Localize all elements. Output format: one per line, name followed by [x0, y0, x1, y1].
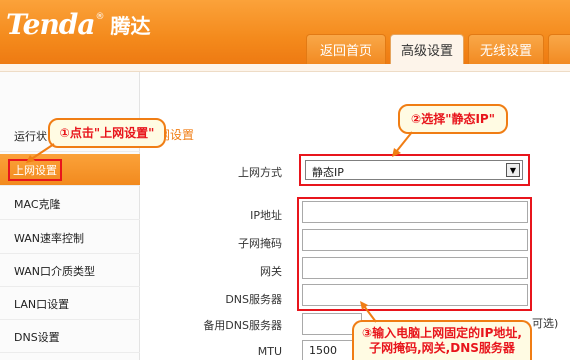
callout-step1-arrow [26, 143, 55, 163]
tab-advanced[interactable]: 高级设置 [390, 34, 464, 64]
sidebar-item-label: WAN口介质类型 [14, 264, 96, 278]
sidebar-item-label: LAN口设置 [14, 297, 70, 311]
callout-step3-arrow [360, 301, 377, 323]
callout-step1: ①点击"上网设置" [48, 118, 166, 148]
sidebar-item-label: DNS设置 [14, 330, 60, 344]
tab-partial[interactable] [548, 34, 570, 64]
gateway-input[interactable] [302, 257, 528, 279]
gateway-label: 网关 [260, 265, 282, 278]
brand-name-cn: 腾达 [110, 13, 151, 38]
callout-step3-line2: 子网掩码,网关,DNS服务器 [369, 341, 515, 355]
dns2-label: 备用DNS服务器 [203, 319, 282, 332]
sub-bar [0, 64, 570, 72]
subnet-mask-input[interactable] [302, 229, 528, 251]
sidebar-item-label: WAN速率控制 [14, 231, 85, 245]
callout-step2-arrow [392, 131, 413, 157]
tab-wireless[interactable]: 无线设置 [468, 34, 544, 64]
mask-label: 子网掩码 [238, 237, 282, 250]
callout-step3-line1: ③输入电脑上网固定的IP地址, [362, 326, 522, 340]
wan-type-label: 上网方式 [238, 166, 282, 179]
top-tabs: 返回首页 高级设置 无线设置 [306, 34, 570, 64]
dns-input[interactable] [302, 284, 528, 306]
dns2-optional-hint: 可选) [532, 317, 559, 330]
callout-step3: ③输入电脑上网固定的IP地址, 子网掩码,网关,DNS服务器 [352, 320, 532, 360]
sidebar-item-wan-rate[interactable]: WAN速率控制 [0, 222, 140, 254]
mtu-value: 1500 [309, 344, 337, 357]
sidebar-item-dns[interactable]: DNS设置 [0, 321, 140, 353]
sidebar-item-wan-media[interactable]: WAN口介质类型 [0, 255, 140, 287]
tab-home[interactable]: 返回首页 [306, 34, 386, 64]
sidebar-item-lan[interactable]: LAN口设置 [0, 288, 140, 320]
wan-type-select[interactable]: 静态IP ▼ [305, 160, 523, 180]
brand-registered-mark: ® [95, 12, 105, 22]
sidebar: 运行状 上网设置 MAC克隆 WAN速率控制 WAN口介质类型 LAN口设置 D… [0, 72, 140, 360]
header-bar: Tenda ® 腾达 返回首页 高级设置 无线设置 [0, 0, 570, 64]
sidebar-item-mac-clone[interactable]: MAC克隆 [0, 188, 140, 220]
ip-address-input[interactable] [302, 201, 528, 223]
ip-label: IP地址 [250, 209, 282, 222]
mtu-label: MTU [257, 345, 282, 358]
chevron-down-icon[interactable]: ▼ [506, 163, 520, 177]
brand-name: Tenda [6, 7, 96, 41]
wan-type-value: 静态IP [312, 166, 344, 179]
brand-logo: Tenda ® 腾达 [6, 4, 151, 44]
sidebar-item-label: MAC克隆 [14, 197, 61, 211]
dns-label: DNS服务器 [225, 293, 282, 306]
